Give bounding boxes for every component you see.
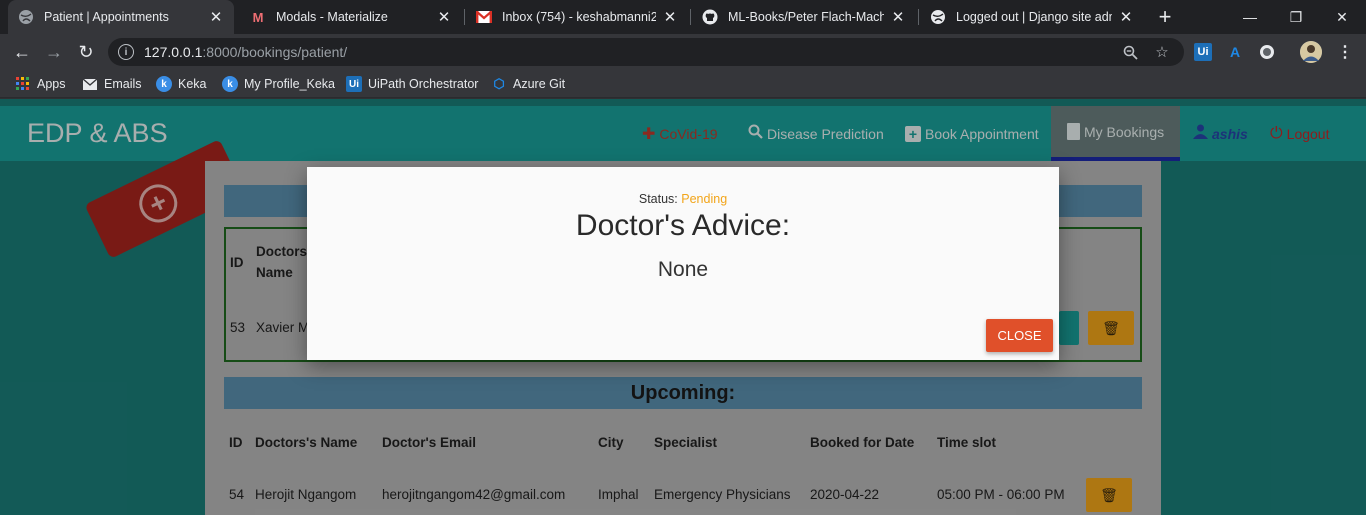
browser-tab-inbox[interactable]: Inbox (754) - keshabmanni22@ ✕ xyxy=(466,0,688,34)
browser-tab-patient-appointments[interactable]: Patient | Appointments ✕ xyxy=(8,0,234,34)
bookmark-azure-git[interactable]: ⬡ Azure Git xyxy=(491,75,565,93)
close-tab-icon[interactable]: ✕ xyxy=(208,8,224,26)
status-label: Status: xyxy=(638,192,678,206)
tab-separator xyxy=(464,9,465,25)
tab-title: Inbox (754) - keshabmanni22@ xyxy=(502,10,656,24)
page-content: EDP & ABS ✚ CoVid-19 Disease Prediction +… xyxy=(0,99,1366,515)
globe-icon xyxy=(930,9,946,25)
materialize-icon: M xyxy=(252,9,264,25)
azure-extension-icon[interactable]: A xyxy=(1226,43,1244,61)
close-tab-icon[interactable]: ✕ xyxy=(890,8,906,26)
uipath-extension-icon[interactable]: Ui xyxy=(1194,43,1212,61)
modal-advice-text: None xyxy=(657,258,709,281)
browser-toolbar: ← → ↻ i 127.0.0.1:8000/bookings/patient/… xyxy=(0,34,1366,70)
uipath-icon: Ui xyxy=(346,76,362,92)
bookmark-label: Emails xyxy=(104,77,142,91)
close-button[interactable]: CLOSE xyxy=(986,319,1053,352)
profile-avatar[interactable] xyxy=(1300,41,1322,63)
bookmark-my-profile-keka[interactable]: k My Profile_Keka xyxy=(222,75,335,93)
tab-separator xyxy=(690,9,691,25)
back-icon[interactable]: ← xyxy=(8,38,36,66)
mail-icon xyxy=(82,76,98,92)
forward-icon[interactable]: → xyxy=(40,38,68,66)
maximize-icon[interactable]: ❐ xyxy=(1273,0,1319,34)
keka-icon: k xyxy=(222,76,238,92)
bookmark-uipath-orchestrator[interactable]: Ui UiPath Orchestrator xyxy=(346,75,478,93)
close-tab-icon[interactable]: ✕ xyxy=(1118,8,1134,26)
bookmark-label: Apps xyxy=(37,77,66,91)
reload-icon[interactable]: ↻ xyxy=(72,38,100,66)
tab-title: ML-Books/Peter Flach-Machine xyxy=(728,10,884,24)
tab-title: Logged out | Django site admi xyxy=(956,10,1112,24)
tab-separator xyxy=(918,9,919,25)
bookmarks-bar: Apps Emails k Keka k My Profile_Keka Ui … xyxy=(0,70,1366,98)
more-menu-icon[interactable]: ⋮ xyxy=(1336,43,1354,61)
bookmark-label: UiPath Orchestrator xyxy=(368,77,479,91)
modal-status: Status: Pending xyxy=(307,192,1059,206)
bookmark-star-icon[interactable]: ☆ xyxy=(1154,44,1170,61)
github-icon xyxy=(702,9,718,25)
close-window-icon[interactable]: ✕ xyxy=(1319,0,1365,34)
globe-icon xyxy=(18,9,34,25)
address-bar[interactable]: i 127.0.0.1:8000/bookings/patient/ ☆ xyxy=(108,38,1184,66)
bookmark-label: Keka xyxy=(178,77,207,91)
bookmark-label: Azure Git xyxy=(513,77,566,91)
browser-tab-modals-materialize[interactable]: M Modals - Materialize ✕ xyxy=(240,0,462,34)
modal-heading: Doctor's Advice: xyxy=(575,209,791,242)
close-tab-icon[interactable]: ✕ xyxy=(662,8,678,26)
browser-tab-django-admin[interactable]: Logged out | Django site admi ✕ xyxy=(920,0,1144,34)
tab-title: Patient | Appointments xyxy=(44,10,169,24)
bookmark-keka[interactable]: k Keka xyxy=(156,75,207,93)
azure-icon: ⬡ xyxy=(493,76,505,91)
doctor-advice-modal: Status: Pending Doctor's Advice: None CL… xyxy=(307,167,1059,360)
gmail-icon xyxy=(476,9,492,25)
minimize-icon[interactable]: — xyxy=(1227,0,1273,34)
tab-title: Modals - Materialize xyxy=(276,10,388,24)
bookmark-emails[interactable]: Emails xyxy=(82,75,142,93)
site-info-icon[interactable]: i xyxy=(118,44,134,60)
bookmark-apps[interactable]: Apps xyxy=(15,75,66,93)
browser-tab-strip: Patient | Appointments ✕ M Modals - Mate… xyxy=(0,0,1366,34)
keka-icon: k xyxy=(156,76,172,92)
status-value: Pending xyxy=(681,192,728,206)
apps-grid-icon xyxy=(15,76,31,92)
bookmark-label: My Profile_Keka xyxy=(244,77,336,91)
zoom-icon[interactable] xyxy=(1122,44,1138,60)
close-tab-icon[interactable]: ✕ xyxy=(436,8,452,26)
record-extension-icon[interactable] xyxy=(1258,43,1276,61)
browser-tab-ml-books[interactable]: ML-Books/Peter Flach-Machine ✕ xyxy=(692,0,916,34)
new-tab-icon[interactable]: + xyxy=(1153,0,1177,34)
url-text: 127.0.0.1:8000/bookings/patient/ xyxy=(144,44,348,60)
